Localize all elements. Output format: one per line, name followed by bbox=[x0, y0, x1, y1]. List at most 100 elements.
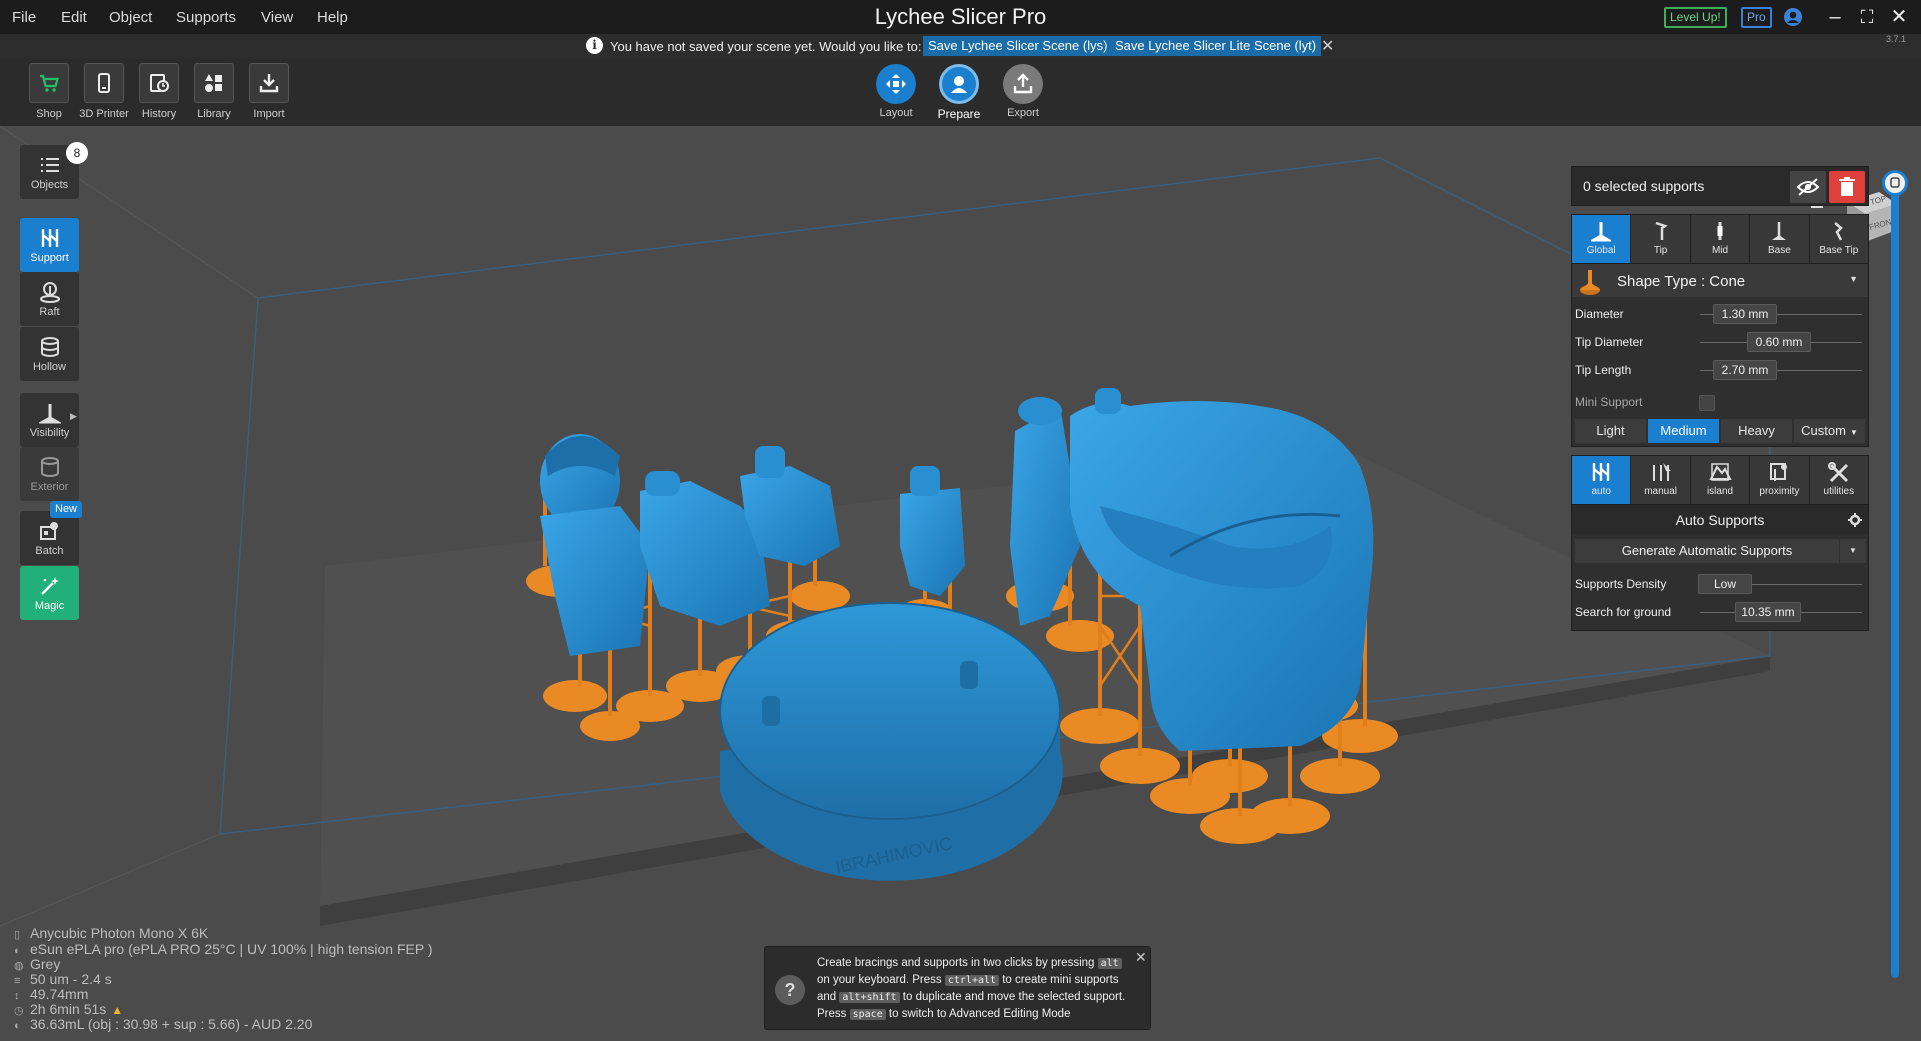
layer-slider-handle[interactable] bbox=[1882, 170, 1908, 196]
small-torso-model[interactable] bbox=[900, 466, 965, 596]
generate-options-dropdown[interactable]: ▼ bbox=[1840, 539, 1866, 563]
support-tool-button[interactable]: Support bbox=[20, 218, 79, 272]
maximize-button[interactable]: ⛶ bbox=[1852, 4, 1882, 30]
layout-step[interactable]: Layout bbox=[866, 64, 926, 119]
tab-utilities[interactable]: utilities bbox=[1809, 456, 1869, 504]
tab-proximity-label: proximity bbox=[1759, 486, 1800, 497]
menu-help[interactable]: Help bbox=[317, 9, 348, 26]
level-light-button[interactable]: Light bbox=[1575, 419, 1646, 443]
close-notification-icon[interactable]: ✕ bbox=[1321, 36, 1334, 56]
generate-row: Generate Automatic Supports ▼ bbox=[1575, 537, 1866, 567]
close-window-button[interactable]: ✕ bbox=[1884, 4, 1914, 30]
history-button[interactable]: History bbox=[137, 63, 181, 120]
level-heavy-button[interactable]: Heavy bbox=[1721, 419, 1792, 443]
tab-base-tip-label: Base Tip bbox=[1819, 245, 1859, 256]
list-icon bbox=[40, 158, 59, 172]
import-button[interactable]: Import bbox=[247, 63, 291, 120]
prepare-step[interactable]: Prepare bbox=[929, 64, 989, 121]
magic-label: Magic bbox=[34, 600, 65, 612]
menu-file[interactable]: File bbox=[12, 9, 36, 26]
tab-auto[interactable]: auto bbox=[1572, 456, 1632, 504]
gear-icon[interactable] bbox=[1848, 513, 1862, 527]
tab-global[interactable]: Global bbox=[1572, 215, 1632, 263]
level-up-button[interactable]: Level Up! bbox=[1664, 7, 1727, 28]
prepare-bust-icon bbox=[951, 76, 967, 93]
global-support-icon bbox=[1591, 222, 1612, 242]
support-part-tabs: Global Tip Mid Base Base Tip Shape Type … bbox=[1571, 214, 1869, 447]
hide-supports-button[interactable] bbox=[1790, 171, 1826, 203]
generate-supports-button[interactable]: Generate Automatic Supports bbox=[1575, 539, 1839, 563]
tab-manual-label: manual bbox=[1644, 486, 1678, 497]
tab-mid[interactable]: Mid bbox=[1690, 215, 1751, 263]
shop-button[interactable]: Shop bbox=[27, 63, 71, 120]
save-lyt-button[interactable]: Save Lychee Slicer Lite Scene (lyt) bbox=[1110, 36, 1322, 56]
magic-tool-button[interactable]: Magic bbox=[20, 566, 79, 620]
menu-edit[interactable]: Edit bbox=[61, 9, 87, 26]
cart-icon bbox=[40, 74, 59, 92]
proximity-icon bbox=[1770, 463, 1788, 481]
close-hint-icon[interactable]: ✕ bbox=[1135, 949, 1147, 966]
tab-global-label: Global bbox=[1586, 245, 1616, 256]
new-badge: New bbox=[50, 501, 83, 518]
menu-view[interactable]: View bbox=[261, 9, 293, 26]
visibility-tool-button[interactable]: Visibility ▶ bbox=[20, 393, 79, 447]
raft-tool-button[interactable]: Raft bbox=[20, 272, 79, 326]
auto-support-icon bbox=[1593, 463, 1610, 481]
objects-label: Objects bbox=[30, 179, 69, 191]
diameter-value[interactable]: 1.30 mm bbox=[1713, 304, 1777, 324]
info-time: ◷ 2h 6min 51s ▲ bbox=[14, 1001, 123, 1017]
menu-supports[interactable]: Supports bbox=[176, 9, 236, 26]
layout-step-label: Layout bbox=[879, 107, 913, 119]
prepare-step-label: Prepare bbox=[937, 107, 981, 121]
shape-type-select[interactable]: Shape Type : Cone ▼ bbox=[1572, 263, 1868, 297]
library-button[interactable]: Library bbox=[192, 63, 236, 120]
tab-base-tip[interactable]: Base Tip bbox=[1809, 215, 1869, 263]
kbd-space: space bbox=[849, 1009, 886, 1020]
search-ground-value[interactable]: 10.35 mm bbox=[1735, 602, 1801, 622]
hollow-tool-button[interactable]: Hollow bbox=[20, 327, 79, 381]
minimize-button[interactable]: – bbox=[1820, 4, 1850, 30]
supports-density-value[interactable]: Low bbox=[1698, 574, 1752, 594]
support-settings-panel: 0 selected supports Global Tip Mid Base … bbox=[1571, 166, 1869, 631]
round-base-model[interactable]: IBRAHIMOVIC bbox=[719, 602, 1063, 881]
account-icon[interactable] bbox=[1783, 7, 1803, 27]
tab-tip[interactable]: Tip bbox=[1631, 215, 1691, 263]
tab-manual[interactable]: manual bbox=[1631, 456, 1691, 504]
tools-icon bbox=[1827, 462, 1848, 483]
info-printer: ▯ Anycubic Photon Mono X 6K bbox=[14, 925, 208, 941]
tab-proximity[interactable]: proximity bbox=[1750, 456, 1810, 504]
tip-length-value[interactable]: 2.70 mm bbox=[1713, 360, 1777, 380]
warning-icon[interactable]: ▲ bbox=[111, 1003, 123, 1017]
raft-icon bbox=[39, 282, 60, 303]
exterior-icon bbox=[40, 457, 59, 477]
expand-arrow-icon: ▶ bbox=[70, 411, 77, 421]
hint-line-3a: and bbox=[817, 991, 837, 1003]
batch-tool-button[interactable]: Batch bbox=[20, 511, 79, 565]
support-mode-tabs: auto manual island proximity utilities A… bbox=[1571, 455, 1869, 631]
slider-handle-icon bbox=[1890, 177, 1900, 188]
info-resin: ◐ eSun ePLA pro (ePLA PRO 25°C | UV 100% … bbox=[14, 941, 433, 957]
mini-support-checkbox[interactable] bbox=[1699, 395, 1715, 411]
support-icon bbox=[41, 229, 58, 247]
pro-badge[interactable]: Pro bbox=[1741, 7, 1772, 28]
resin-name: eSun ePLA pro (ePLA PRO 25°C | UV 100% |… bbox=[30, 941, 433, 957]
island-icon bbox=[1709, 463, 1732, 481]
exterior-tool-button[interactable]: Exterior bbox=[20, 447, 79, 501]
menu-object[interactable]: Object bbox=[109, 9, 152, 26]
delete-supports-button[interactable] bbox=[1829, 171, 1865, 203]
level-custom-button[interactable]: Custom ▼ bbox=[1794, 419, 1865, 443]
search-ground-label: Search for ground bbox=[1575, 605, 1672, 619]
tab-base[interactable]: Base bbox=[1750, 215, 1810, 263]
tab-island[interactable]: island bbox=[1690, 456, 1751, 504]
printer-button[interactable]: 3D Printer bbox=[79, 63, 129, 120]
save-lys-button[interactable]: Save Lychee Slicer Scene (lys) bbox=[923, 36, 1113, 56]
tip-length-row: Tip Length 2.70 mm bbox=[1572, 356, 1868, 384]
info-layer: ≡ 50 um - 2.4 s bbox=[14, 971, 112, 987]
level-medium-button[interactable]: Medium bbox=[1648, 419, 1719, 443]
tab-utilities-label: utilities bbox=[1823, 486, 1855, 497]
tip-diameter-value[interactable]: 0.60 mm bbox=[1747, 332, 1811, 352]
export-step[interactable]: Export bbox=[993, 64, 1053, 119]
layer-slider[interactable] bbox=[1891, 178, 1899, 978]
print-time: 2h 6min 51s bbox=[30, 1001, 107, 1017]
printer-icon bbox=[98, 73, 110, 93]
